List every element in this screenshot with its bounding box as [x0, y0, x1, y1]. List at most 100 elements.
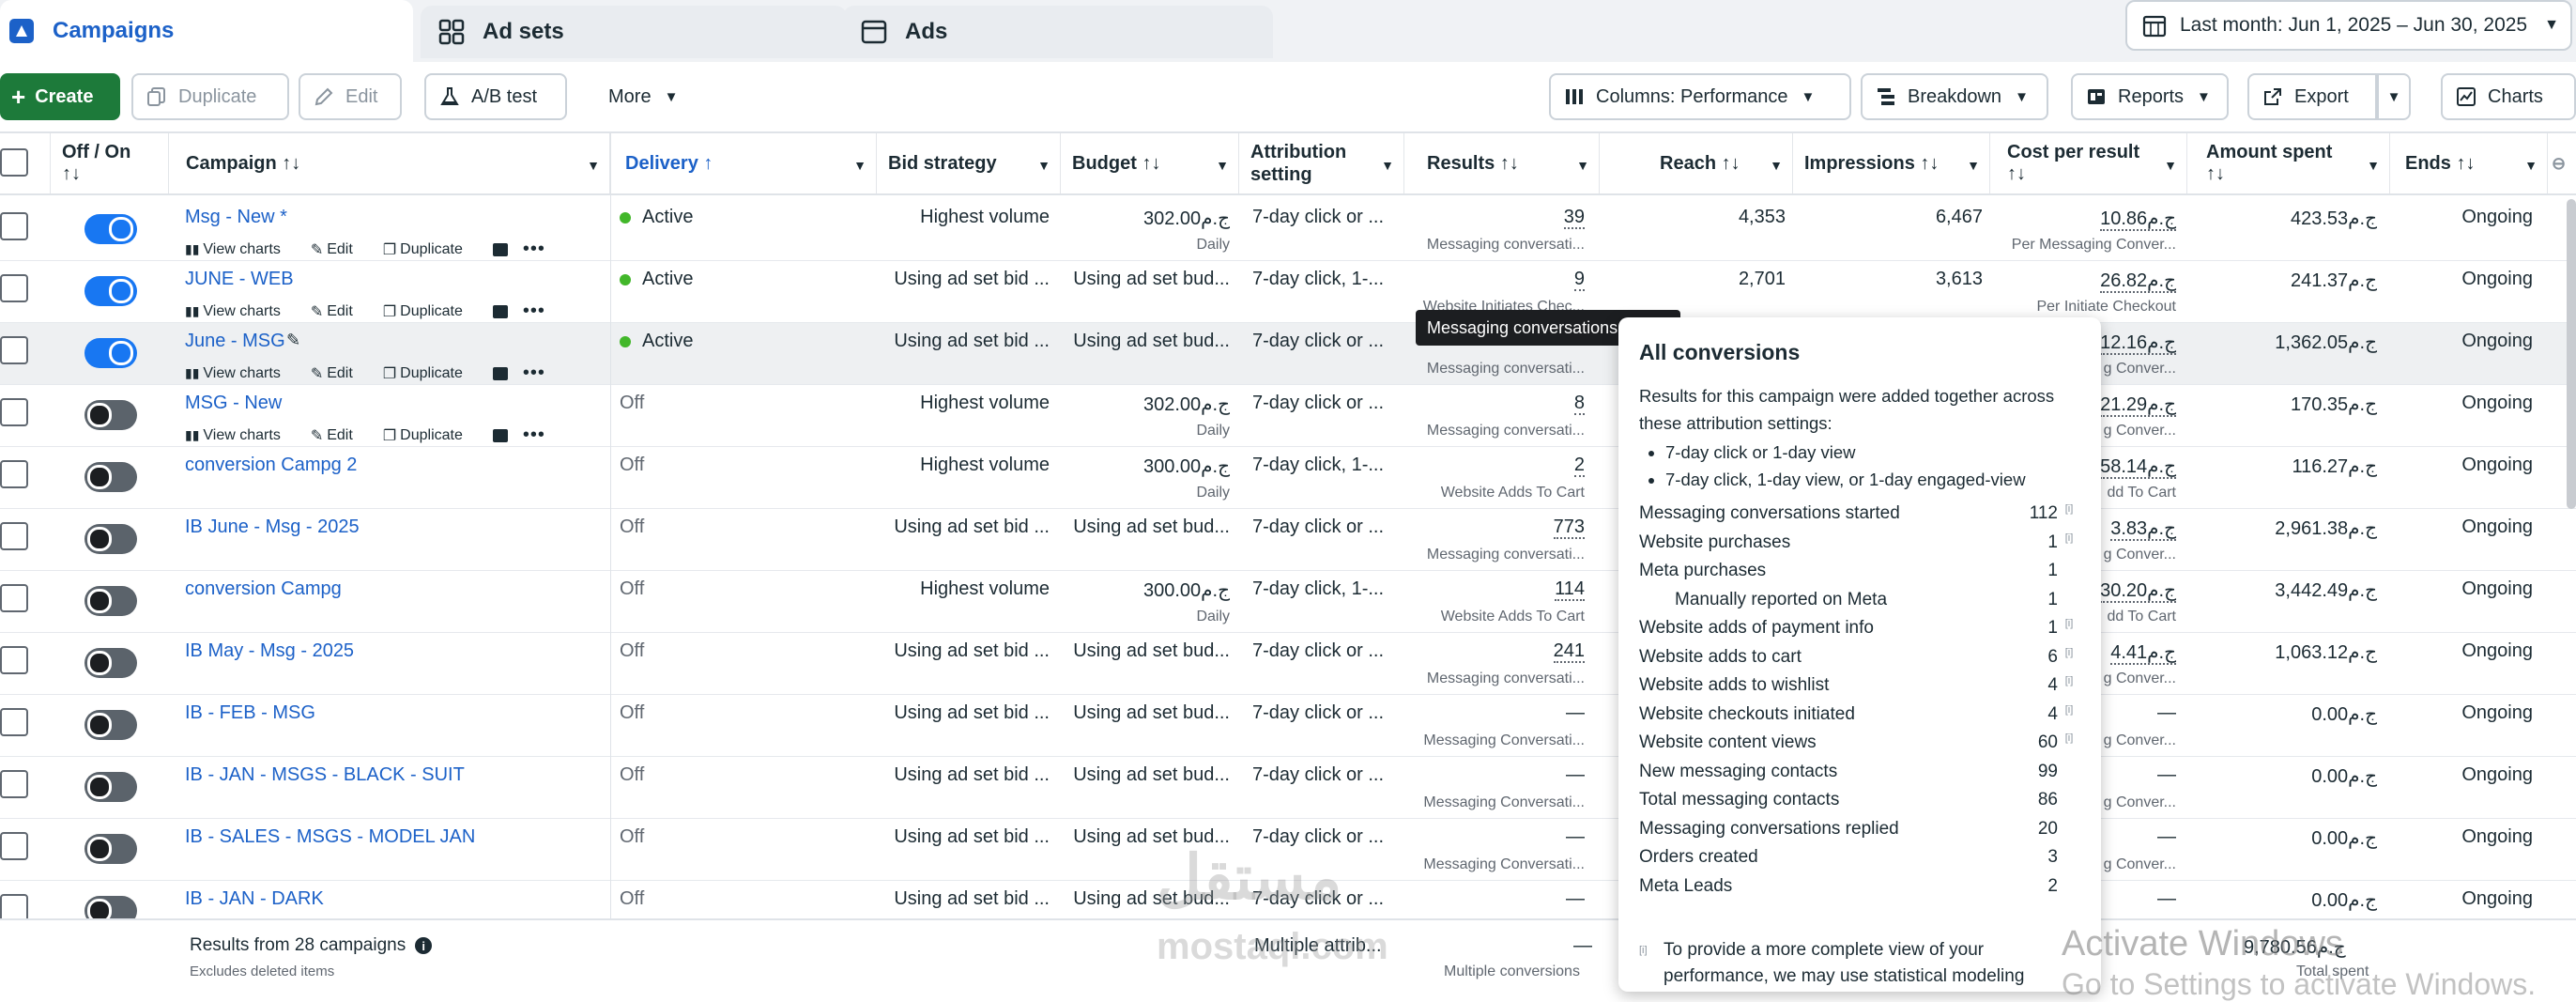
campaign-name-link[interactable]: IB - JAN - DARK [185, 888, 324, 910]
results-cell[interactable]: — [1566, 764, 1585, 786]
duplicate-button[interactable]: Duplicate [131, 73, 289, 120]
image-icon[interactable] [492, 242, 508, 256]
table-row[interactable]: IB May - Msg - 2025 Off Using ad set bid .… [0, 633, 2576, 695]
column-header-bid-strategy[interactable]: Bid strategy ▼ [877, 133, 1061, 193]
campaign-name-link[interactable]: conversion Campg 2 [185, 455, 357, 476]
column-header-budget[interactable]: Budget ↑↓ ▼ [1061, 133, 1239, 193]
edit-link[interactable]: ✎ Edit [311, 240, 368, 259]
edit-link[interactable]: ✎ Edit [311, 302, 368, 321]
row-checkbox[interactable] [0, 832, 28, 860]
tab-ad-sets[interactable]: Ad sets [421, 6, 847, 58]
campaign-name-link[interactable]: IB May - Msg - 2025 [185, 640, 354, 662]
column-header-amount-spent[interactable]: Amount spent ↑↓ ▼ [2187, 133, 2390, 193]
more-icon[interactable]: ••• [523, 362, 545, 384]
view-charts-link[interactable]: ▮▮ View charts [185, 365, 296, 382]
column-header-campaign[interactable]: Campaign ↑↓ ▼ [169, 133, 610, 193]
column-header-delivery[interactable]: Delivery ↑ ▼ [610, 133, 877, 193]
info-icon[interactable]: i [415, 937, 433, 954]
more-button[interactable]: More ▼ [591, 73, 697, 120]
duplicate-link[interactable]: ❐ Duplicate [383, 364, 478, 383]
create-button[interactable]: + Create [0, 73, 120, 120]
row-checkbox[interactable] [0, 212, 28, 240]
image-icon[interactable] [492, 428, 508, 442]
campaign-name-link[interactable]: MSG - New [185, 393, 282, 414]
more-icon[interactable]: ••• [523, 301, 545, 322]
vertical-scrollbar[interactable] [2567, 199, 2576, 509]
campaign-name-link[interactable]: IB - JAN - MSGS - BLACK - SUIT [185, 764, 465, 786]
results-cell[interactable]: 39 [1563, 207, 1585, 229]
export-button[interactable]: Export [2247, 73, 2377, 120]
image-icon[interactable] [492, 304, 508, 318]
campaign-toggle[interactable] [84, 524, 137, 554]
campaign-name-link[interactable]: June - MSG [185, 331, 285, 352]
results-cell[interactable]: 9 [1573, 269, 1585, 291]
pencil-icon[interactable]: ✎ [286, 331, 300, 350]
view-charts-link[interactable]: ▮▮ View charts [185, 303, 296, 320]
tab-campaigns[interactable]: Campaigns [0, 0, 413, 62]
row-checkbox[interactable] [0, 770, 28, 798]
column-header-attribution[interactable]: Attribution setting ▼ [1239, 133, 1404, 193]
row-checkbox[interactable] [0, 708, 28, 736]
results-cell[interactable]: 773 [1553, 516, 1585, 539]
campaign-toggle[interactable] [84, 276, 137, 306]
row-checkbox[interactable] [0, 584, 28, 612]
table-row[interactable]: conversion Campg 2 Off Highest volume 300.0… [0, 447, 2576, 509]
table-row[interactable]: MSG - New ▮▮ View charts ✎ Edit ❐ Duplicate… [0, 385, 2576, 447]
more-icon[interactable]: ••• [523, 239, 545, 260]
table-row[interactable]: Msg - New * ▮▮ View charts ✎ Edit ❐ Duplica… [0, 199, 2576, 261]
campaign-name-link[interactable]: conversion Campg [185, 578, 342, 600]
results-cell[interactable]: 8 [1573, 393, 1585, 415]
edit-link[interactable]: ✎ Edit [311, 426, 368, 445]
results-cell[interactable]: 241 [1553, 640, 1585, 663]
select-all-checkbox[interactable] [0, 148, 28, 177]
table-row[interactable]: IB June - Msg - 2025 Off Using ad set bid … [0, 509, 2576, 571]
table-row[interactable]: IB - FEB - MSG Off Using ad set bid ... Usi… [0, 695, 2576, 757]
campaign-name-link[interactable]: IB - FEB - MSG [185, 702, 315, 724]
column-header-reach[interactable]: Reach ↑↓ ▼ [1600, 133, 1793, 193]
campaign-name-link[interactable]: IB - SALES - MSGS - MODEL JAN [185, 826, 475, 848]
column-header-results[interactable]: Results ↑↓ ▼ [1404, 133, 1600, 193]
campaign-toggle[interactable] [84, 772, 137, 802]
campaign-toggle[interactable] [84, 834, 137, 864]
column-header-cost-per-result[interactable]: Cost per result ↑↓ ▼ [1990, 133, 2187, 193]
more-icon[interactable]: ••• [523, 424, 545, 446]
column-settings[interactable]: ⊖ [2548, 133, 2576, 193]
charts-button[interactable]: Charts [2441, 73, 2576, 120]
edit-button[interactable]: Edit [299, 73, 402, 120]
campaign-name-link[interactable]: Msg - New * [185, 207, 287, 228]
view-charts-link[interactable]: ▮▮ View charts [185, 241, 296, 258]
reports-button[interactable]: Reports ▼ [2071, 73, 2229, 120]
campaign-name-link[interactable]: IB June - Msg - 2025 [185, 516, 360, 538]
results-cell[interactable]: 114 [1555, 578, 1585, 601]
row-checkbox[interactable] [0, 336, 28, 364]
campaign-toggle[interactable] [84, 648, 137, 678]
row-checkbox[interactable] [0, 646, 28, 674]
row-checkbox[interactable] [0, 460, 28, 488]
duplicate-link[interactable]: ❐ Duplicate [383, 426, 478, 445]
column-header-ends[interactable]: Ends ↑↓ ▼ [2390, 133, 2548, 193]
row-checkbox[interactable] [0, 398, 28, 426]
view-charts-link[interactable]: ▮▮ View charts [185, 427, 296, 444]
campaign-toggle[interactable] [84, 214, 137, 244]
campaign-toggle[interactable] [84, 400, 137, 430]
duplicate-link[interactable]: ❐ Duplicate [383, 240, 478, 259]
campaign-name-link[interactable]: JUNE - WEB [185, 269, 294, 290]
column-header-impressions[interactable]: Impressions ↑↓ ▼ [1793, 133, 1990, 193]
ab-test-button[interactable]: A/B test [424, 73, 567, 120]
row-checkbox[interactable] [0, 274, 28, 302]
campaign-toggle[interactable] [84, 586, 137, 616]
campaign-toggle[interactable] [84, 710, 137, 740]
date-range-picker[interactable]: Last month: Jun 1, 2025 – Jun 30, 2025 ▼ [2125, 0, 2572, 51]
table-row[interactable]: JUNE - WEB ▮▮ View charts ✎ Edit ❐ Duplicat… [0, 261, 2576, 323]
image-icon[interactable] [492, 366, 508, 380]
results-cell[interactable]: — [1566, 702, 1585, 724]
results-cell[interactable]: 2 [1573, 455, 1585, 477]
table-row[interactable]: IB - JAN - MSGS - BLACK - SUIT Off Using a… [0, 757, 2576, 819]
edit-link[interactable]: ✎ Edit [311, 364, 368, 383]
results-cell[interactable]: — [1566, 888, 1585, 910]
row-checkbox[interactable] [0, 522, 28, 550]
column-header-off-on[interactable]: Off / On ↑↓ [51, 133, 169, 193]
columns-button[interactable]: Columns: Performance ▼ [1549, 73, 1851, 120]
table-row[interactable]: June - MSG ✎ ▮▮ View charts ✎ Edit ❐ Duplica… [0, 323, 2576, 385]
export-options-button[interactable]: ▼ [2377, 73, 2411, 120]
